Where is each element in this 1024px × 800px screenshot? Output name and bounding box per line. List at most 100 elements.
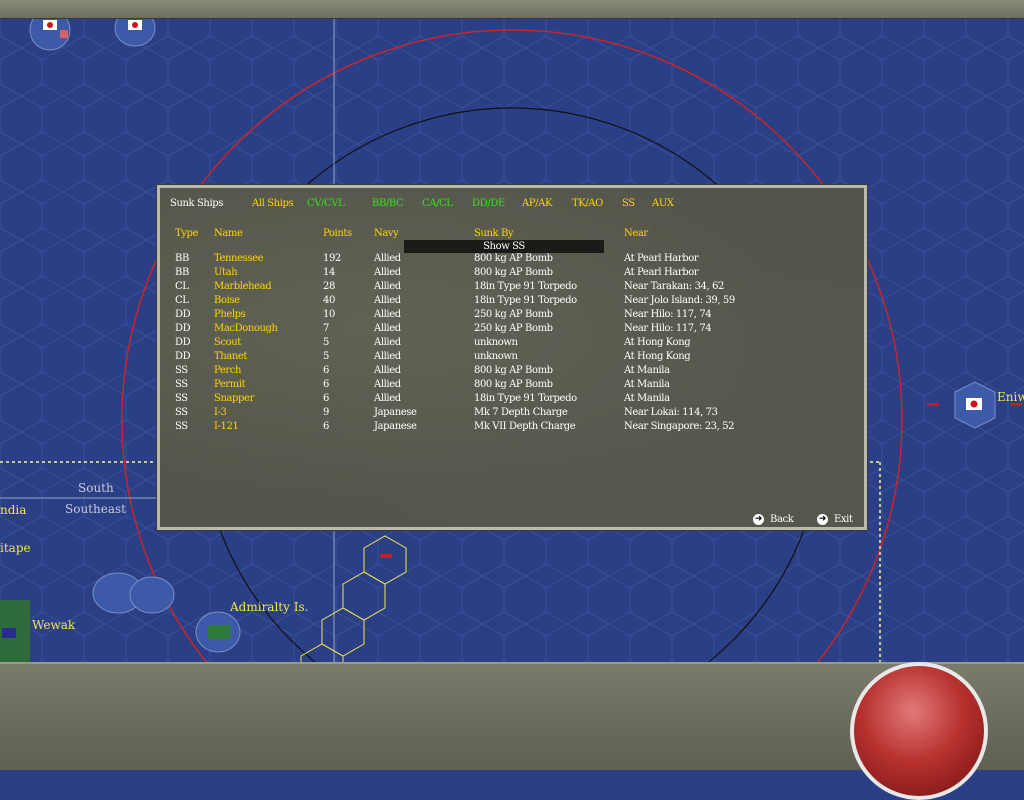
cell-name: Scout [214, 337, 241, 348]
cell-name: Marblehead [214, 281, 272, 292]
table-row[interactable]: SS Permit 6 Allied 800 kg AP Bomb At Manila [160, 379, 860, 393]
filter-all-ships[interactable]: All Ships [252, 198, 294, 209]
cell-near: At Hong Kong [624, 337, 691, 348]
cell-sunk-by: Mk 7 Depth Charge [474, 407, 568, 418]
table-row[interactable]: SS I-121 6 Japanese Mk VII Depth Charge Near … [160, 421, 860, 435]
cell-points: 192 [323, 253, 341, 264]
table-row[interactable]: CL Marblehead 28 Allied 18in Type 91 Torpedo… [160, 281, 860, 295]
cell-sunk-by: 800 kg AP Bomb [474, 365, 553, 376]
cell-navy: Japanese [374, 421, 417, 432]
cell-points: 6 [323, 421, 329, 432]
table-row[interactable]: SS Perch 6 Allied 800 kg AP Bomb At Manila [160, 365, 860, 379]
cell-type: DD [175, 337, 191, 348]
map-label-south: South [78, 481, 114, 495]
table-row[interactable]: DD Scout 5 Allied unknown At Hong Kong [160, 337, 860, 351]
cell-name: Perch [214, 365, 242, 376]
header-sunk-by[interactable]: Sunk By [474, 228, 514, 239]
cell-name: Boise [214, 295, 240, 306]
cell-sunk-by: unknown [474, 337, 518, 348]
cell-name: MacDonough [214, 323, 278, 334]
cell-navy: Allied [374, 351, 401, 362]
table-row[interactable]: BB Tennessee 192 Allied 800 kg AP Bomb At Pea… [160, 253, 860, 267]
cell-near: Near Hilo: 117, 74 [624, 323, 712, 334]
cell-sunk-by: unknown [474, 351, 518, 362]
cell-name: Permit [214, 379, 246, 390]
cell-navy: Allied [374, 379, 401, 390]
table-row[interactable]: SS Snapper 6 Allied 18in Type 91 Torpedo At M… [160, 393, 860, 407]
table-row[interactable]: CL Boise 40 Allied 18in Type 91 Torpedo Near … [160, 295, 860, 309]
arrow-right-icon: ➜ [817, 514, 828, 525]
cell-points: 14 [323, 267, 335, 278]
table-row[interactable]: DD MacDonough 7 Allied 250 kg AP Bomb Near Hi… [160, 323, 860, 337]
filter-ap-ak[interactable]: AP/AK [522, 198, 552, 209]
cell-sunk-by: 800 kg AP Bomb [474, 253, 553, 264]
cell-type: SS [175, 379, 188, 390]
header-navy[interactable]: Navy [374, 228, 399, 239]
header-name[interactable]: Name [214, 228, 243, 239]
cell-sunk-by: 250 kg AP Bomb [474, 323, 553, 334]
cell-type: DD [175, 323, 191, 334]
cell-points: 28 [323, 281, 335, 292]
map-label-ndia: ndia [0, 503, 27, 517]
back-button[interactable]: ➜ Back [753, 514, 794, 525]
cell-navy: Allied [374, 323, 401, 334]
filter-bb-bc[interactable]: BB/BC [372, 198, 404, 209]
cell-near: Near Singapore: 23, 52 [624, 421, 735, 432]
arrow-right-icon: ➜ [753, 514, 764, 525]
cell-sunk-by: Mk VII Depth Charge [474, 421, 576, 432]
filter-aux[interactable]: AUX [652, 198, 674, 209]
cell-navy: Allied [374, 253, 401, 264]
cell-near: At Pearl Harbor [624, 253, 699, 264]
cell-navy: Allied [374, 267, 401, 278]
map-label-eniw: Eniw [997, 390, 1024, 404]
table-row[interactable]: SS I-3 9 Japanese Mk 7 Depth Charge Near Loka… [160, 407, 860, 421]
cell-navy: Allied [374, 365, 401, 376]
cell-near: Near Lokai: 114, 73 [624, 407, 718, 418]
filter-dd-de[interactable]: DD/DE [472, 198, 505, 209]
cell-sunk-by: 800 kg AP Bomb [474, 267, 553, 278]
table-row[interactable]: BB Utah 14 Allied 800 kg AP Bomb At Pearl Har… [160, 267, 860, 281]
filter-ca-cl[interactable]: CA/CL [422, 198, 453, 209]
cell-type: DD [175, 309, 191, 320]
cell-points: 5 [323, 337, 329, 348]
cell-points: 40 [323, 295, 335, 306]
cell-points: 10 [323, 309, 335, 320]
header-type[interactable]: Type [175, 228, 198, 239]
filter-tk-ao[interactable]: TK/AO [572, 198, 603, 209]
cell-near: Near Hilo: 117, 74 [624, 309, 712, 320]
cell-name: I-121 [214, 421, 239, 432]
map-label-admiralty: Admiralty Is. [230, 600, 309, 614]
cell-points: 9 [323, 407, 329, 418]
cell-sunk-by: 18in Type 91 Torpedo [474, 295, 577, 306]
cell-points: 6 [323, 365, 329, 376]
cell-name: Snapper [214, 393, 254, 404]
table-row[interactable]: DD Thanet 5 Allied unknown At Hong Kong [160, 351, 860, 365]
cell-type: DD [175, 351, 191, 362]
sunk-ships-dialog: Sunk Ships All Ships CV/CVL BB/BC CA/CL … [156, 184, 868, 531]
cell-near: At Manila [624, 365, 670, 376]
cell-name: Thanet [214, 351, 248, 362]
cell-navy: Allied [374, 337, 401, 348]
filter-ss[interactable]: SS [622, 198, 635, 209]
cell-sunk-by: 800 kg AP Bomb [474, 379, 553, 390]
table-row[interactable]: DD Phelps 10 Allied 250 kg AP Bomb Near Hilo:… [160, 309, 860, 323]
cell-near: Near Jolo Island: 39, 59 [624, 295, 735, 306]
top-bar [0, 0, 1024, 19]
back-button-label: Back [770, 514, 794, 525]
cell-type: BB [175, 253, 189, 264]
header-points[interactable]: Points [323, 228, 352, 239]
cell-name: Tennessee [214, 253, 264, 264]
cell-near: At Pearl Harbor [624, 267, 699, 278]
filter-cv-cvl[interactable]: CV/CVL [307, 198, 345, 209]
cell-points: 7 [323, 323, 329, 334]
map-label-southeast: Southeast [65, 502, 126, 516]
cell-points: 6 [323, 393, 329, 404]
exit-button[interactable]: ➜ Exit [817, 514, 853, 525]
cell-type: SS [175, 407, 188, 418]
end-turn-button[interactable] [850, 662, 988, 800]
header-near[interactable]: Near [624, 228, 648, 239]
cell-sunk-by: 18in Type 91 Torpedo [474, 281, 577, 292]
dialog-title: Sunk Ships [170, 198, 223, 209]
cell-name: Utah [214, 267, 238, 278]
cell-navy: Allied [374, 309, 401, 320]
